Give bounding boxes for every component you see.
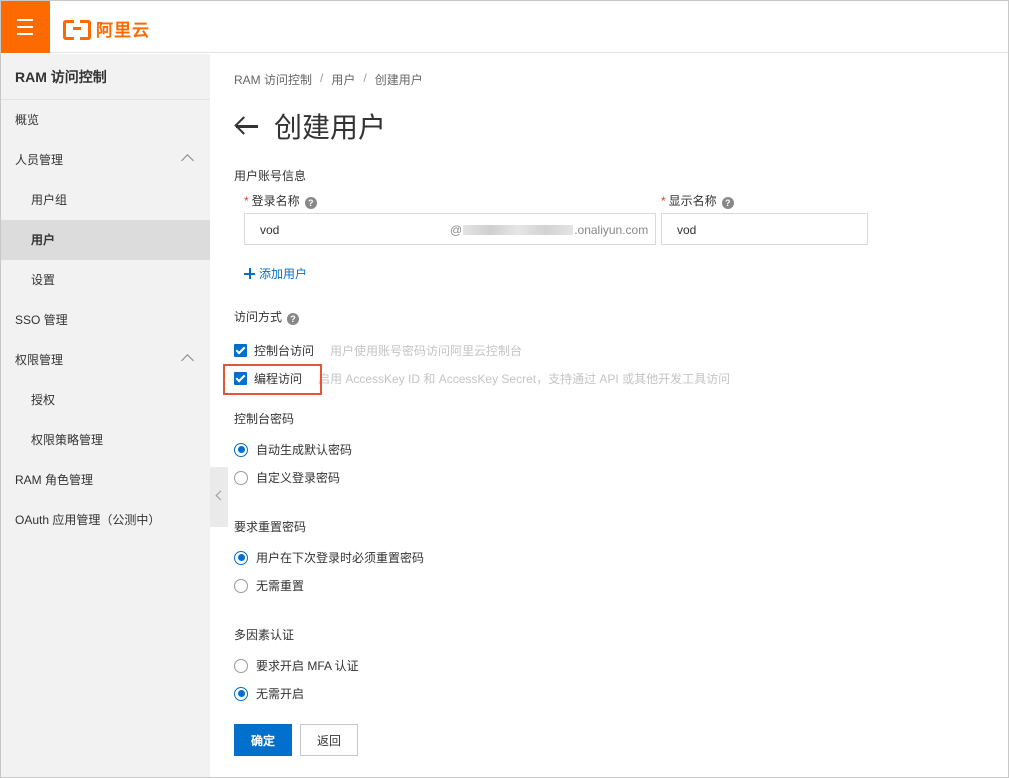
console-password-title: 控制台密码	[234, 412, 295, 426]
sidebar-item-identities[interactable]: 人员管理	[1, 140, 210, 180]
access-section-title-text: 访问方式	[234, 310, 283, 324]
custom-password-radio[interactable]: 自定义登录密码	[234, 469, 340, 486]
plus-icon	[244, 268, 255, 279]
chevron-up-icon	[181, 154, 194, 167]
auto-password-radio[interactable]: 自动生成默认密码	[234, 441, 352, 458]
sidebar-item-groups[interactable]: 用户组	[1, 180, 210, 220]
login-domain-prefix: @	[450, 223, 463, 237]
display-name-value: vod	[677, 223, 697, 237]
sidebar-item-label: 授权	[31, 393, 56, 407]
auto-password-label: 自动生成默认密码	[256, 443, 353, 457]
hamburger-icon[interactable]	[1, 1, 50, 53]
sidebar-item-settings[interactable]: 设置	[1, 260, 210, 300]
radio-selected-icon	[234, 442, 248, 457]
sidebar: RAM 访问控制 概览 人员管理 用户组 用户 设置 SSO 管理 权限管理 授…	[1, 54, 210, 777]
back-arrow-icon[interactable]	[234, 116, 260, 136]
sidebar-item-label: 设置	[31, 273, 56, 287]
sidebar-item-users[interactable]: 用户	[1, 220, 210, 260]
no-mfa-radio[interactable]: 无需开启	[234, 685, 304, 702]
page-header: 创建用户	[234, 106, 386, 146]
console-access-checkbox[interactable]: 控制台访问 用户使用账号密码访问阿里云控制台	[234, 342, 522, 359]
breadcrumb-item-users[interactable]: 用户	[331, 71, 355, 88]
aliyun-logo-icon	[63, 19, 91, 40]
require-mfa-radio[interactable]: 要求开启 MFA 认证	[234, 657, 359, 674]
display-name-label: * 显示名称?	[661, 192, 734, 209]
login-name-input[interactable]: vod @ .onaliyun.com	[244, 213, 656, 245]
must-reset-label: 用户在下次登录时必须重置密码	[256, 551, 425, 565]
radio-icon	[234, 578, 248, 593]
chevron-up-icon	[181, 354, 194, 367]
back-button[interactable]: 返回	[300, 724, 358, 756]
help-icon[interactable]: ?	[304, 197, 317, 209]
logo-text: 阿里云	[96, 20, 150, 40]
breadcrumb-item-current: 创建用户	[374, 73, 423, 87]
redacted-domain	[463, 225, 574, 235]
sidebar-item-label: SSO 管理	[15, 313, 68, 327]
top-bar: 阿里云	[1, 1, 1008, 53]
display-name-input[interactable]: vod	[661, 213, 868, 245]
no-reset-radio[interactable]: 无需重置	[234, 577, 304, 594]
sidebar-item-label: RAM 角色管理	[15, 473, 94, 487]
breadcrumb-item-ram[interactable]: RAM 访问控制	[234, 71, 312, 88]
radio-icon	[234, 470, 248, 485]
checkbox-checked-icon	[234, 344, 247, 357]
page-title: 创建用户	[274, 112, 387, 143]
sidebar-item-overview[interactable]: 概览	[1, 100, 210, 140]
sidebar-item-grants[interactable]: 授权	[1, 380, 210, 420]
radio-selected-icon	[234, 550, 248, 565]
sidebar-title: RAM 访问控制	[1, 54, 210, 100]
reset-section-title: 要求重置密码	[234, 520, 307, 534]
login-domain-suffix: @ .onaliyun.com	[450, 223, 648, 237]
must-reset-radio[interactable]: 用户在下次登录时必须重置密码	[234, 549, 424, 566]
required-mark: *	[661, 194, 666, 208]
account-section-title: 用户账号信息	[234, 169, 307, 183]
help-icon[interactable]: ?	[721, 197, 734, 209]
programmatic-access-hint: 启用 AccessKey ID 和 AccessKey Secret，支持通过 …	[318, 372, 731, 386]
add-user-label: 添加用户	[259, 267, 308, 281]
no-mfa-label: 无需开启	[256, 687, 305, 701]
login-name-value: vod	[260, 223, 280, 237]
sidebar-item-policies[interactable]: 权限策略管理	[1, 420, 210, 460]
login-name-label-text: 登录名称	[251, 194, 300, 208]
required-mark: *	[244, 194, 249, 208]
sidebar-item-permissions[interactable]: 权限管理	[1, 340, 210, 380]
sidebar-item-label: 权限策略管理	[31, 433, 104, 447]
sidebar-item-label: OAuth 应用管理（公测中）	[15, 513, 161, 527]
sidebar-item-label: 用户	[31, 233, 56, 247]
sidebar-item-label: 权限管理	[15, 353, 64, 367]
login-name-label: * 登录名称?	[244, 192, 317, 209]
require-mfa-label: 要求开启 MFA 认证	[256, 659, 359, 673]
sidebar-item-oauth[interactable]: OAuth 应用管理（公测中）	[1, 500, 210, 540]
add-user-link[interactable]: 添加用户	[244, 265, 307, 282]
breadcrumb-separator: /	[320, 71, 324, 85]
confirm-button[interactable]: 确定	[234, 724, 292, 756]
aliyun-logo[interactable]: 阿里云	[63, 17, 150, 40]
help-icon[interactable]: ?	[287, 313, 300, 325]
sidebar-item-sso[interactable]: SSO 管理	[1, 300, 210, 340]
sidebar-item-label: 概览	[15, 113, 40, 127]
radio-selected-icon	[234, 686, 248, 701]
radio-icon	[234, 658, 248, 673]
mfa-section-title: 多因素认证	[234, 628, 295, 642]
app-window: 阿里云 RAM 访问控制 概览 人员管理 用户组 用户 设置 SSO 管理 权限…	[0, 0, 1009, 778]
breadcrumb-separator: /	[363, 71, 367, 85]
custom-password-label: 自定义登录密码	[256, 471, 341, 485]
main-content: RAM 访问控制 / 用户 / 创建用户 创建用户 用户账号信息 * 登录名称? …	[210, 54, 1008, 777]
display-name-label-text: 显示名称	[668, 194, 717, 208]
console-access-label: 控制台访问	[254, 344, 315, 358]
breadcrumb: RAM 访问控制 / 用户 / 创建用户	[234, 71, 423, 88]
no-reset-label: 无需重置	[256, 579, 305, 593]
sidebar-item-label: 人员管理	[15, 153, 64, 167]
sidebar-item-label: 用户组	[31, 193, 68, 207]
console-access-hint: 用户使用账号密码访问阿里云控制台	[330, 344, 523, 358]
annotation-highlight-box	[223, 364, 322, 395]
access-section-title: 访问方式?	[234, 308, 300, 325]
login-domain-suffix-text: .onaliyun.com	[574, 223, 649, 237]
sidebar-item-roles[interactable]: RAM 角色管理	[1, 460, 210, 500]
